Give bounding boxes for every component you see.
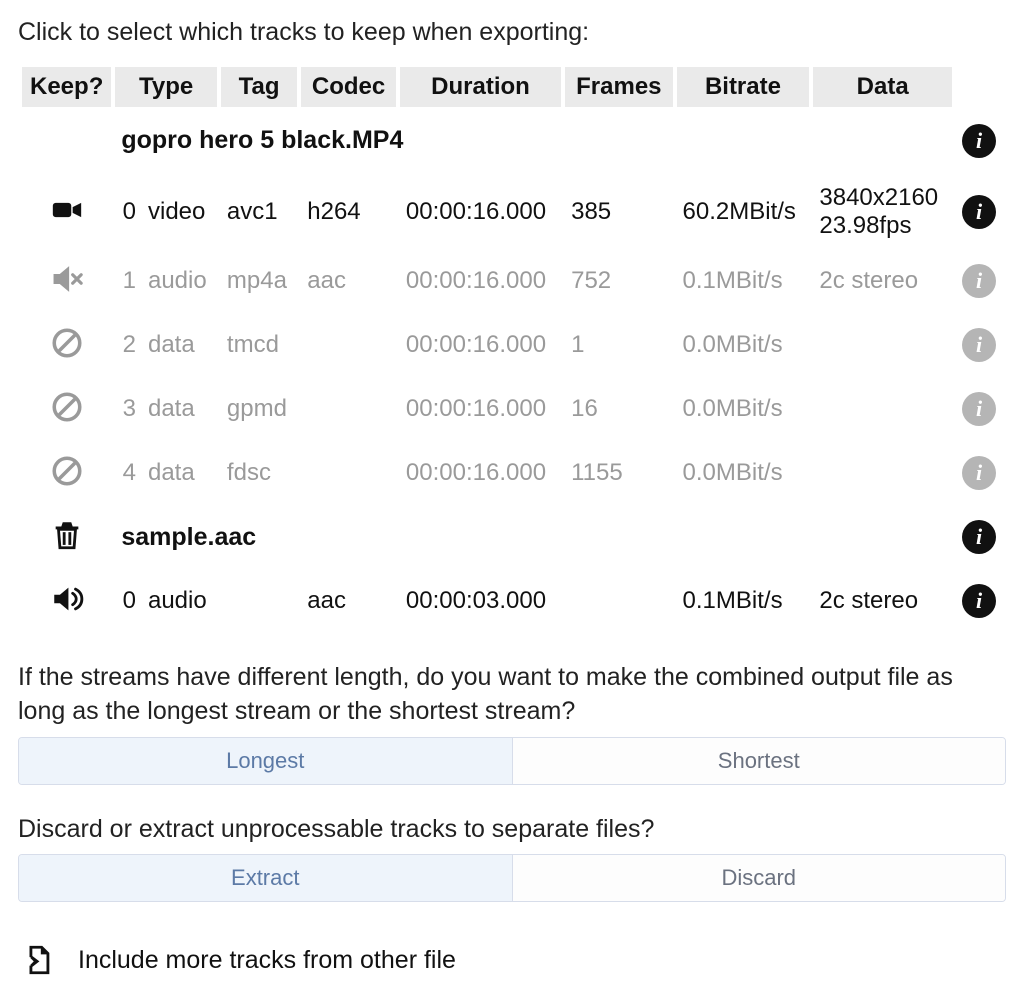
- longest-button[interactable]: Longest: [19, 738, 512, 784]
- file-name: gopro hero 5 black.MP4: [115, 107, 952, 174]
- file-import-icon: [18, 940, 58, 980]
- dialog-heading: Click to select which tracks to keep whe…: [18, 18, 1006, 47]
- info-icon[interactable]: i: [962, 584, 996, 618]
- track-data: 3840x216023.98fps: [813, 174, 952, 249]
- track-index: 2: [115, 313, 138, 377]
- track-frames: 16: [565, 377, 672, 441]
- track-tag: mp4a: [221, 249, 297, 313]
- include-more-label: Include more tracks from other file: [78, 946, 456, 975]
- length-question: If the streams have different length, do…: [18, 661, 1006, 729]
- track-duration: 00:00:16.000: [400, 377, 561, 441]
- track-frames: 1: [565, 313, 672, 377]
- track-bitrate: 0.1MBit/s: [677, 249, 810, 313]
- track-codec: [301, 313, 396, 377]
- track-data: [813, 441, 952, 505]
- track-frames: 752: [565, 249, 672, 313]
- track-duration: 00:00:03.000: [400, 569, 561, 633]
- track-index: 1: [115, 249, 138, 313]
- track-tag: gpmd: [221, 377, 297, 441]
- track-row: 2datatmcd 00:00:16.00010.0MBit/s i: [22, 313, 1002, 377]
- audio-on-icon[interactable]: [47, 579, 87, 619]
- track-frames: 1155: [565, 441, 672, 505]
- track-frames: [565, 569, 672, 633]
- col-duration: Duration: [400, 67, 561, 107]
- info-icon[interactable]: i: [962, 520, 996, 554]
- track-type: data: [142, 313, 217, 377]
- track-type: data: [142, 377, 217, 441]
- info-icon[interactable]: i: [962, 195, 996, 229]
- track-duration: 00:00:16.000: [400, 441, 561, 505]
- track-tag: tmcd: [221, 313, 297, 377]
- track-row: 0videoavc1h26400:00:16.00038560.2MBit/s3…: [22, 174, 1002, 249]
- info-icon[interactable]: i: [962, 124, 996, 158]
- blank-icon: [47, 117, 87, 157]
- track-index: 4: [115, 441, 138, 505]
- track-data: [813, 377, 952, 441]
- shortest-button[interactable]: Shortest: [512, 738, 1006, 784]
- track-row: 4datafdsc 00:00:16.00011550.0MBit/s i: [22, 441, 1002, 505]
- track-duration: 00:00:16.000: [400, 249, 561, 313]
- track-type: video: [142, 174, 217, 249]
- info-icon[interactable]: i: [962, 392, 996, 426]
- discard-question: Discard or extract unprocessable tracks …: [18, 813, 1006, 847]
- track-tag: fdsc: [221, 441, 297, 505]
- track-bitrate: 0.0MBit/s: [677, 377, 810, 441]
- extract-button[interactable]: Extract: [19, 855, 512, 901]
- file-row: gopro hero 5 black.MP4 i: [22, 107, 1002, 174]
- length-segmented: Longest Shortest: [18, 737, 1006, 785]
- track-data: [813, 313, 952, 377]
- audio-mute-icon[interactable]: [47, 259, 87, 299]
- track-index: 3: [115, 377, 138, 441]
- track-duration: 00:00:16.000: [400, 174, 561, 249]
- track-type: data: [142, 441, 217, 505]
- track-type: audio: [142, 249, 217, 313]
- track-bitrate: 0.0MBit/s: [677, 313, 810, 377]
- ban-icon[interactable]: [47, 387, 87, 427]
- col-codec: Codec: [301, 67, 396, 107]
- video-on-icon[interactable]: [47, 190, 87, 230]
- table-header-row: Keep? Type Tag Codec Duration Frames Bit…: [22, 67, 1002, 107]
- tracks-table: Keep? Type Tag Codec Duration Frames Bit…: [18, 67, 1006, 633]
- ban-icon[interactable]: [47, 451, 87, 491]
- col-bitrate: Bitrate: [677, 67, 810, 107]
- track-codec: h264: [301, 174, 396, 249]
- info-icon[interactable]: i: [962, 456, 996, 490]
- discard-button[interactable]: Discard: [512, 855, 1006, 901]
- ban-icon[interactable]: [47, 323, 87, 363]
- track-frames: 385: [565, 174, 672, 249]
- track-bitrate: 0.1MBit/s: [677, 569, 810, 633]
- track-tag: avc1: [221, 174, 297, 249]
- track-data: 2c stereo: [813, 249, 952, 313]
- track-duration: 00:00:16.000: [400, 313, 561, 377]
- track-index: 0: [115, 569, 138, 633]
- track-codec: [301, 441, 396, 505]
- col-info-spacer: [956, 67, 1002, 107]
- track-bitrate: 0.0MBit/s: [677, 441, 810, 505]
- info-icon[interactable]: i: [962, 264, 996, 298]
- col-keep: Keep?: [22, 67, 111, 107]
- track-codec: aac: [301, 249, 396, 313]
- discard-segmented: Extract Discard: [18, 854, 1006, 902]
- col-frames: Frames: [565, 67, 672, 107]
- track-row: 1audiomp4aaac00:00:16.0007520.1MBit/s2c …: [22, 249, 1002, 313]
- track-codec: [301, 377, 396, 441]
- col-tag: Tag: [221, 67, 297, 107]
- file-name: sample.aac: [115, 505, 952, 569]
- track-row: 3datagpmd 00:00:16.000160.0MBit/s i: [22, 377, 1002, 441]
- track-tag: [221, 569, 297, 633]
- track-bitrate: 60.2MBit/s: [677, 174, 810, 249]
- track-type: audio: [142, 569, 217, 633]
- info-icon[interactable]: i: [962, 328, 996, 362]
- track-data: 2c stereo: [813, 569, 952, 633]
- include-more-row[interactable]: Include more tracks from other file: [18, 940, 1006, 980]
- col-type: Type: [115, 67, 217, 107]
- track-row: 0audio aac00:00:03.000 0.1MBit/s2c stereo i: [22, 569, 1002, 633]
- trash-icon[interactable]: [47, 515, 87, 555]
- col-data: Data: [813, 67, 952, 107]
- track-codec: aac: [301, 569, 396, 633]
- file-row: sample.aac i: [22, 505, 1002, 569]
- track-index: 0: [115, 174, 138, 249]
